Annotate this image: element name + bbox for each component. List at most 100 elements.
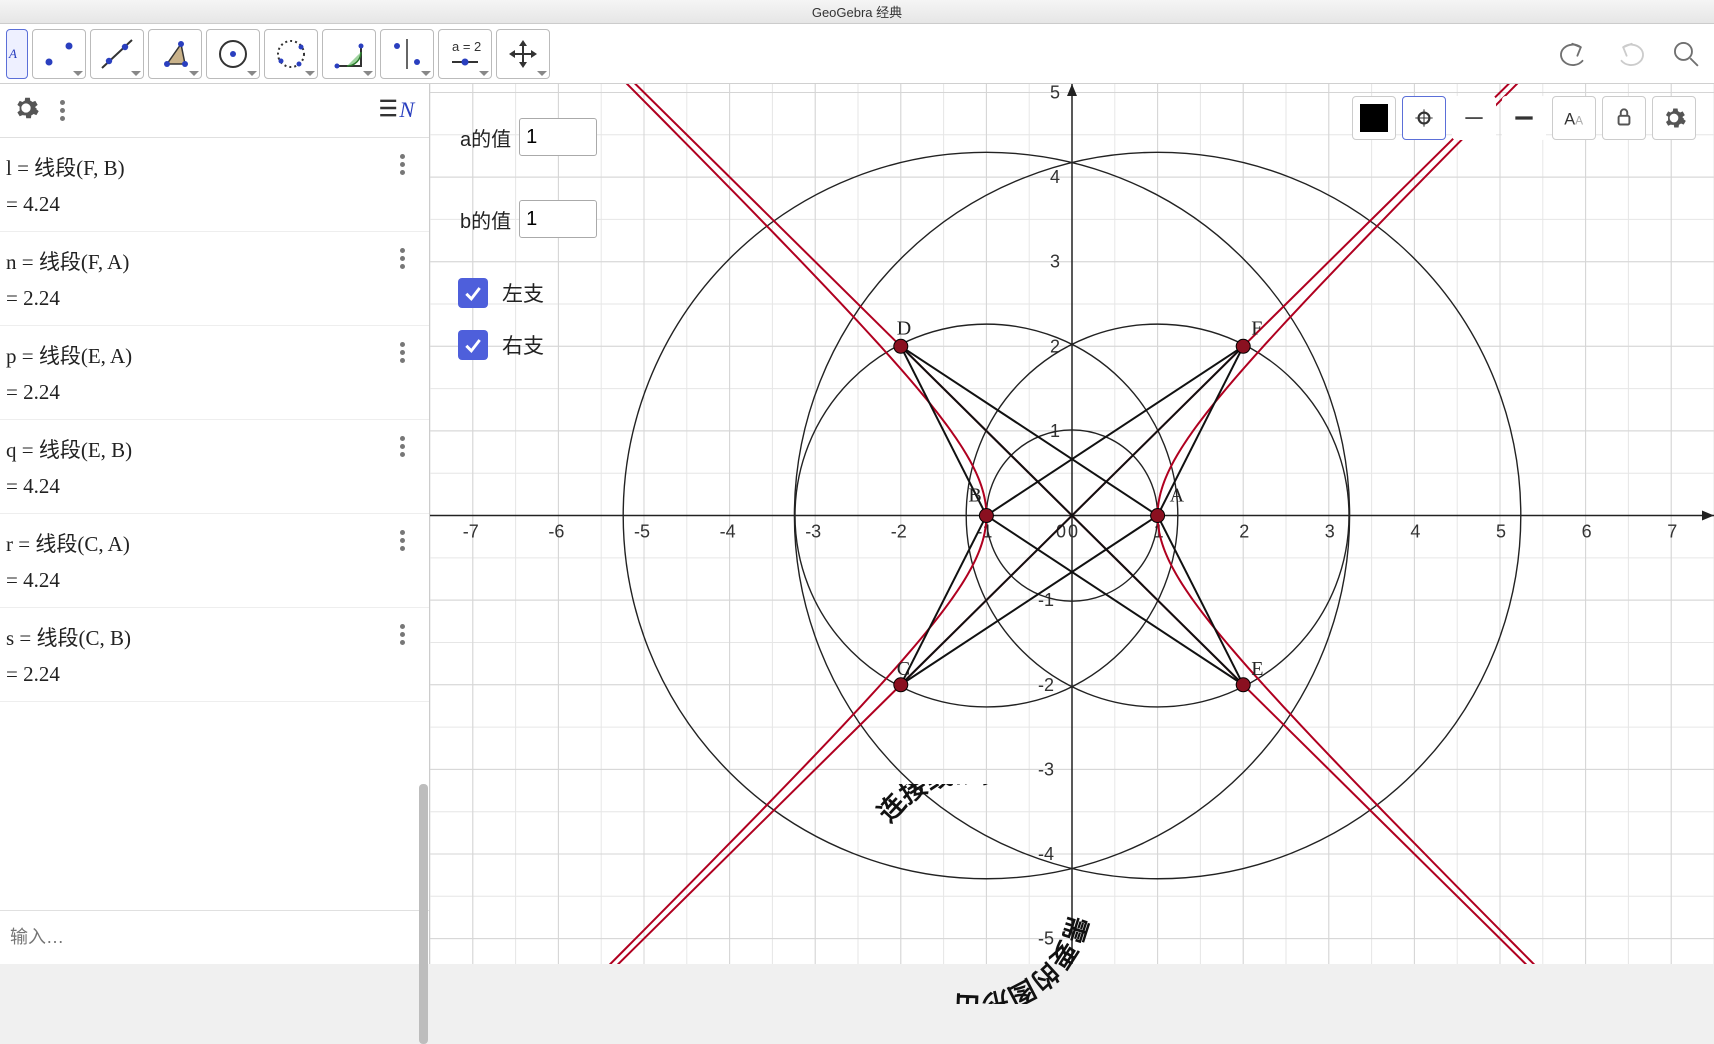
canvas-input-b-row: b的值 (460, 200, 597, 238)
main-toolbar: A a = 2 (0, 24, 1714, 84)
graphics-canvas[interactable]: -7-6-5-4-3-2-101234567-5-4-3-2-1123450AB… (430, 84, 1714, 964)
svg-text:0: 0 (1056, 522, 1066, 542)
row-menu[interactable] (394, 242, 411, 275)
tool-slider[interactable]: a = 2 (438, 29, 492, 79)
svg-text:3: 3 (1050, 252, 1060, 272)
row-menu[interactable] (394, 524, 411, 557)
row-menu[interactable] (394, 336, 411, 369)
svg-text:A: A (1575, 114, 1583, 128)
svg-text:N: N (398, 97, 415, 122)
algebra-input-row (0, 910, 429, 964)
stylebar-line-thin[interactable] (1452, 96, 1496, 140)
algebra-header: N (0, 84, 429, 138)
svg-text:4: 4 (1410, 522, 1420, 542)
svg-text:0: 0 (1068, 522, 1078, 542)
stylebar-point-style[interactable] (1402, 96, 1446, 140)
stylebar-text-style[interactable]: AA (1552, 96, 1596, 140)
redo-button[interactable] (1608, 32, 1652, 76)
window-title: GeoGebra 经典 (812, 2, 902, 21)
undo-button[interactable] (1552, 32, 1596, 76)
svg-text:2: 2 (1239, 522, 1249, 542)
algebra-row[interactable]: p = 线段(E, A) = 2.24 (0, 326, 429, 420)
main-area: N l = 线段(F, B) = 4.24 n = 线段(F, A) = 2.2… (0, 84, 1714, 964)
algebra-list: l = 线段(F, B) = 4.24 n = 线段(F, A) = 2.24 … (0, 138, 429, 910)
algebra-def: p = 线段(E, A) (6, 340, 419, 370)
canvas-check-right-row: 右支 (458, 330, 544, 360)
row-menu[interactable] (394, 148, 411, 181)
tool-line[interactable] (90, 29, 144, 79)
svg-text:D: D (897, 317, 911, 339)
algebra-row[interactable]: r = 线段(C, A) = 4.24 (0, 514, 429, 608)
svg-text:-5: -5 (1038, 929, 1054, 949)
stylebar-color[interactable] (1352, 96, 1396, 140)
algebra-val: = 4.24 (6, 568, 419, 593)
algebra-def: l = 线段(F, B) (6, 152, 419, 182)
tool-move[interactable]: A (6, 29, 28, 79)
row-menu[interactable] (394, 430, 411, 463)
svg-text:7: 7 (1667, 522, 1677, 542)
algebra-panel: N l = 线段(F, B) = 4.24 n = 线段(F, A) = 2.2… (0, 84, 430, 964)
stylebar-settings[interactable] (1652, 96, 1696, 140)
svg-text:-3: -3 (805, 522, 821, 542)
row-menu[interactable] (394, 618, 411, 651)
algebra-val: = 4.24 (6, 192, 419, 217)
canvas-check-right[interactable] (458, 330, 488, 360)
canvas-check-left-row: 左支 (458, 278, 544, 308)
graphics-view[interactable]: -7-6-5-4-3-2-101234567-5-4-3-2-1123450AB… (430, 84, 1714, 964)
algebra-row[interactable]: l = 线段(F, B) = 4.24 (0, 138, 429, 232)
svg-text:3: 3 (1325, 522, 1335, 542)
svg-text:A: A (1170, 485, 1185, 507)
canvas-check-left[interactable] (458, 278, 488, 308)
algebra-def: r = 线段(C, A) (6, 528, 419, 558)
svg-text:-2: -2 (1038, 675, 1054, 695)
svg-text:-5: -5 (634, 522, 650, 542)
svg-text:-6: -6 (548, 522, 564, 542)
search-button[interactable] (1664, 32, 1708, 76)
tool-polygon[interactable] (148, 29, 202, 79)
algebra-val: = 2.24 (6, 662, 419, 687)
canvas-input-b-label: b的值 (460, 205, 511, 234)
algebra-row[interactable]: n = 线段(F, A) = 2.24 (0, 232, 429, 326)
algebra-val: = 4.24 (6, 474, 419, 499)
algebra-def: n = 线段(F, A) (6, 246, 419, 276)
algebra-row[interactable]: q = 线段(E, B) = 4.24 (0, 420, 429, 514)
tool-translate-view[interactable] (496, 29, 550, 79)
algebra-scrollbar[interactable] (419, 784, 428, 1044)
tool-point[interactable] (32, 29, 86, 79)
algebra-val: = 2.24 (6, 380, 419, 405)
svg-text:a = 2: a = 2 (452, 39, 481, 54)
algebra-sort-icon[interactable]: N (377, 93, 417, 128)
algebra-more-menu[interactable] (54, 94, 71, 127)
algebra-input[interactable] (10, 927, 419, 948)
tool-angle[interactable] (322, 29, 376, 79)
svg-text:6: 6 (1582, 522, 1592, 542)
tool-reflect[interactable] (380, 29, 434, 79)
window-titlebar: GeoGebra 经典 (0, 0, 1714, 24)
canvas-check-left-label: 左支 (502, 278, 544, 308)
svg-text:-4: -4 (720, 522, 736, 542)
svg-text:-2: -2 (891, 522, 907, 542)
canvas-input-a[interactable] (519, 118, 597, 156)
svg-text:A: A (1564, 111, 1575, 129)
svg-text:F: F (1251, 317, 1262, 339)
stylebar-pin[interactable] (1602, 96, 1646, 140)
canvas-input-a-label: a的值 (460, 123, 511, 152)
algebra-settings-button[interactable] (12, 94, 40, 127)
tool-circle-center[interactable] (206, 29, 260, 79)
svg-text:4: 4 (1050, 167, 1060, 187)
stylebar-line-thick[interactable] (1502, 96, 1546, 140)
svg-text:A: A (8, 46, 17, 61)
canvas-check-right-label: 右支 (502, 330, 544, 360)
tool-conic[interactable] (264, 29, 318, 79)
canvas-input-b[interactable] (519, 200, 597, 238)
svg-text:5: 5 (1050, 84, 1060, 102)
svg-text:C: C (897, 658, 910, 680)
svg-text:B: B (968, 485, 981, 507)
algebra-def: s = 线段(C, B) (6, 622, 419, 652)
canvas-input-a-row: a的值 (460, 118, 597, 156)
svg-text:E: E (1251, 658, 1263, 680)
svg-text:-3: -3 (1038, 759, 1054, 779)
svg-text:-7: -7 (463, 522, 479, 542)
graphics-stylebar: AA (1352, 96, 1696, 140)
algebra-row[interactable]: s = 线段(C, B) = 2.24 (0, 608, 429, 702)
